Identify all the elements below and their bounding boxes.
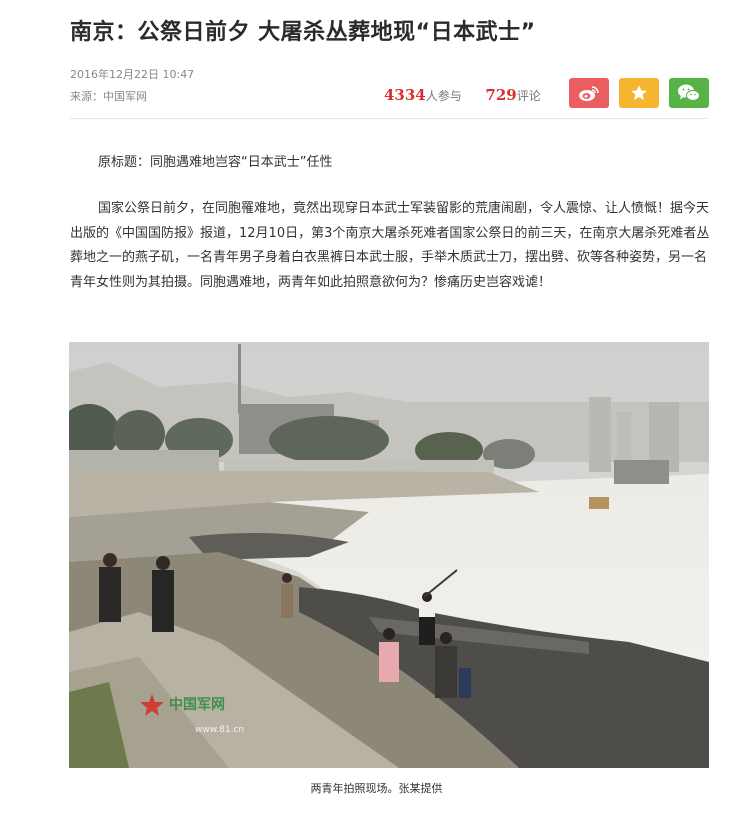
participants-count: 4334	[384, 86, 426, 104]
share-wechat-button[interactable]	[669, 78, 709, 108]
article-body: 国家公祭日前夕，在同胞罹难地，竟然出现穿日本武士军装留影的荒唐闹剧，令人震惊、让…	[70, 201, 710, 290]
favorite-button[interactable]	[619, 78, 659, 108]
original-title: 原标题：同胞遇难地岂容“日本武士”任性	[98, 155, 333, 170]
river-bank-scene: 中国军网 www.81.cn	[69, 342, 709, 768]
photo-caption: 两青年拍照现场。张某提供	[310, 782, 443, 795]
header-divider	[70, 118, 708, 119]
star-icon	[631, 85, 647, 101]
article-source: 来源：中国军网	[70, 90, 147, 103]
comments-count[interactable]: 729	[485, 86, 516, 104]
watermark-name: 中国军网	[169, 696, 225, 713]
article-title: 南京：公祭日前夕 大屠杀丛葬地现“日本武士”	[70, 20, 536, 45]
article-stats: 4334人参与 729评论	[384, 86, 541, 104]
article-photo: 中国军网 www.81.cn	[69, 342, 709, 768]
comments-label[interactable]: 评论	[517, 89, 541, 103]
wechat-icon	[678, 84, 700, 101]
weibo-icon	[579, 86, 599, 101]
watermark-url: www.81.cn	[195, 725, 244, 735]
share-weibo-button[interactable]	[569, 78, 609, 108]
participants-label: 人参与	[425, 89, 462, 103]
publish-date: 2016年12月22日 10:47	[70, 68, 195, 81]
